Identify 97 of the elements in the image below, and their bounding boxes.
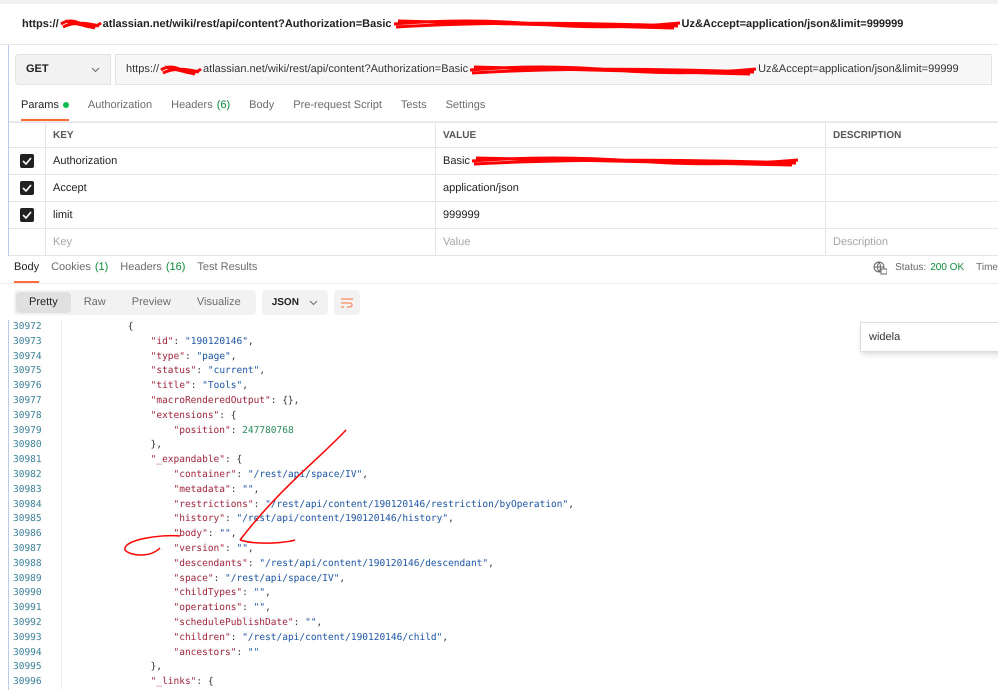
view-mode-tab[interactable]: Preview: [118, 292, 184, 313]
line-number: 30996: [13, 676, 42, 688]
redaction-scribble: [159, 62, 204, 76]
code-line: "descendants": "/rest/api/content/190120146/descendant",: [172, 558, 494, 569]
request-tab[interactable]: Authorization: [88, 96, 152, 121]
code-line: "position": 247780768: [172, 424, 294, 436]
url-text: https://: [126, 62, 160, 78]
code-line: "title": "Tools",: [150, 380, 248, 392]
line-number: 30978: [13, 410, 42, 421]
code-line: },: [150, 439, 162, 450]
line-number: 30975: [13, 365, 42, 376]
line-number: 30979: [13, 424, 42, 436]
response-tab[interactable]: Headers (16): [120, 258, 186, 283]
wrap-button[interactable]: [334, 290, 360, 315]
column-header: KEY: [45, 123, 435, 147]
code-line: "schedulePublishDate": "",: [172, 616, 322, 628]
response-tab[interactable]: Cookies (1): [51, 258, 108, 283]
code-line: "macroRenderedOutput": {},: [150, 394, 300, 406]
line-number: 30977: [13, 394, 42, 406]
table-cell: Authorization: [45, 148, 435, 174]
line-number: 30986: [13, 528, 42, 540]
line-number: 30989: [13, 572, 42, 584]
chevron-down-icon: [308, 300, 318, 306]
redaction-scribble: [58, 17, 103, 31]
request-url-title: Uz&Accept=application/json&limit=999999: [682, 16, 904, 32]
line-number: 30983: [13, 484, 42, 495]
line-number: 30976: [13, 380, 42, 392]
chevron-down-icon: [91, 66, 100, 72]
table-cell-text: application/json: [443, 180, 519, 196]
request-tab[interactable]: Params: [21, 96, 69, 121]
url-field[interactable]: https:// atlassian.net/wiki/rest/api/content?Authorization=Basic Uz&Accept=application/json&limit=99999: [115, 54, 992, 85]
line-number: 30982: [13, 468, 42, 480]
request-url-title: atlassian.net/wiki/rest/api/content?Authorization=Basic: [102, 16, 392, 32]
code-line: {: [126, 321, 134, 332]
status-value: 200 OK: [930, 261, 964, 275]
line-number: 30972: [13, 321, 42, 332]
code-line: "children": "/rest/api/content/190120146/child",: [172, 632, 448, 643]
table-cell: Accept: [45, 175, 435, 201]
line-number: 30990: [13, 587, 42, 598]
code-line: "status": "current",: [150, 365, 266, 376]
code-line: "space": "/rest/api/space/IV",: [172, 572, 346, 584]
view-mode-tab[interactable]: Visualize: [184, 292, 254, 313]
response-tab[interactable]: Test Results: [197, 258, 258, 283]
request-url-title: https://: [22, 16, 59, 32]
line-number: 30987: [13, 542, 42, 554]
table-cell-text: 999999: [443, 208, 480, 223]
code-line: "operations": "",: [172, 602, 271, 614]
url-text: Uz&Accept=application/json&limit=99999: [758, 62, 959, 78]
code-line: "metadata": "",: [172, 484, 260, 495]
column-header: VALUE: [435, 123, 825, 147]
placeholder-text: Description: [833, 234, 888, 250]
line-number: 30992: [13, 616, 42, 628]
status-label: Status:: [895, 261, 926, 275]
method-select[interactable]: GET: [15, 54, 111, 85]
code-line: "body": "",: [172, 528, 236, 540]
code-line: "type": "page",: [150, 350, 236, 362]
wrap-lines-icon: [340, 298, 353, 308]
find-field[interactable]: widela: [869, 328, 900, 346]
line-number: 30985: [13, 513, 42, 524]
checkbox[interactable]: [20, 181, 34, 195]
view-mode-tab[interactable]: Pretty: [16, 292, 71, 313]
code-line: "id": "190120146",: [150, 336, 254, 347]
placeholder-text: Key: [53, 234, 72, 250]
code-line: "_links": {: [150, 676, 214, 688]
placeholder-text: Value: [443, 234, 470, 250]
line-number: 30991: [13, 602, 42, 614]
line-number: 30994: [13, 646, 42, 658]
column-header: DESCRIPTION: [825, 123, 998, 147]
line-number: 30974: [13, 350, 42, 362]
format-select[interactable]: JSON: [262, 290, 328, 315]
line-number: 30984: [13, 498, 42, 510]
line-number: 30980: [13, 439, 42, 450]
line-number: 30993: [13, 632, 42, 643]
time-label: Time: [976, 261, 998, 275]
code-line: "_expandable": {: [150, 454, 242, 466]
view-mode-tab[interactable]: Raw: [70, 292, 119, 313]
table-cell: limit: [45, 202, 435, 228]
checkbox[interactable]: [20, 154, 34, 168]
request-tab[interactable]: Settings: [446, 96, 486, 121]
request-tab[interactable]: Tests: [400, 96, 427, 121]
code-line: "ancestors": "": [172, 646, 260, 658]
checkbox[interactable]: [20, 208, 34, 222]
line-number: 30995: [13, 661, 42, 672]
request-tab[interactable]: Headers (6): [171, 96, 230, 121]
code-line: },: [150, 661, 162, 672]
line-number: 30981: [13, 454, 42, 466]
code-line: "childTypes": "",: [172, 587, 271, 598]
globe-lock-icon: [873, 260, 888, 274]
request-tab[interactable]: Pre-request Script: [293, 96, 382, 121]
code-line: "version": "",: [172, 542, 254, 554]
url-text: atlassian.net/wiki/rest/api/content?Authorization=Basic: [203, 62, 468, 78]
code-line: "extensions": {: [150, 410, 236, 421]
line-number: 30973: [13, 336, 42, 347]
request-tab[interactable]: Body: [249, 96, 274, 121]
response-tab[interactable]: Body: [14, 258, 40, 283]
table-cell-text: Basic: [443, 154, 470, 169]
line-number: 30988: [13, 558, 42, 569]
